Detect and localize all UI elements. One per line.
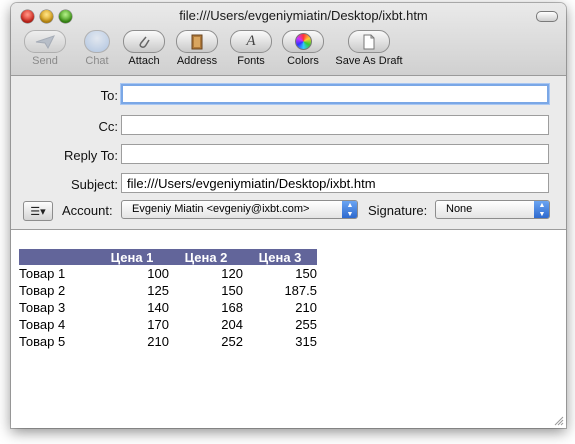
table-cell: 168 [221,300,243,315]
table-cell: 100 [147,266,169,281]
reply-to-row: Reply To: [11,144,566,168]
close-window-button[interactable] [21,10,34,23]
table-cell: 170 [147,317,169,332]
table-cell: Товар 3 [19,300,66,315]
zoom-window-button[interactable] [59,10,72,23]
send-icon [24,30,66,53]
to-field[interactable] [121,84,549,104]
mail-compose-window: file:///Users/evgeniymiatin/Desktop/ixbt… [11,3,566,428]
send-button[interactable]: Send [19,30,71,67]
table-header-cell: Цена 2 [169,249,243,265]
table-cell: 204 [221,317,243,332]
table-header-cell [19,249,95,265]
table-cell: 120 [221,266,243,281]
table-cell: 255 [295,317,317,332]
chat-button[interactable]: Chat [73,30,121,67]
table-cell: Товар 1 [19,266,66,281]
message-header: To: Cc: Reply To: Subject: file:///Users… [11,76,566,230]
table-header-row: Цена 1 Цена 2 Цена 3 [19,249,317,265]
chat-icon [84,30,110,53]
table-cell: 210 [295,300,317,315]
subject-field[interactable]: file:///Users/evgeniymiatin/Desktop/ixbt… [121,173,549,193]
colors-button[interactable]: Colors [279,30,327,67]
title-toolbar-area: file:///Users/evgeniymiatin/Desktop/ixbt… [11,3,566,76]
reply-to-label: Reply To: [64,148,118,163]
signature-popup[interactable]: None ▲ ▼ [435,200,550,219]
toolbar-toggle-button[interactable] [536,11,558,22]
table-cell: Товар 5 [19,334,66,349]
table-row: Товар 1 100 120 150 [19,265,317,282]
to-label: To: [100,88,118,103]
fonts-button[interactable]: A Fonts [227,30,275,67]
header-fields-menu-button[interactable]: ☰▾ [23,201,53,221]
resize-grip-icon[interactable] [553,415,564,426]
table-row: Товар 4 170 204 255 [19,316,317,333]
address-book-icon [176,30,218,53]
popup-arrows-icon: ▲ ▼ [534,201,549,218]
table-cell: 140 [147,300,169,315]
reply-to-field[interactable] [121,144,549,164]
table-cell: 315 [295,334,317,349]
cc-field[interactable] [121,115,549,135]
table-row: Товар 5 210 252 315 [19,333,317,350]
table-header-cell: Цена 3 [243,249,317,265]
minimize-window-button[interactable] [40,10,53,23]
account-label: Account: [62,203,113,218]
message-body[interactable]: Цена 1 Цена 2 Цена 3 Товар 1 100 120 150… [11,230,566,428]
table-cell: Товар 4 [19,317,66,332]
paperclip-icon [123,30,165,53]
attach-button[interactable]: Attach [120,30,168,67]
table-cell: 125 [147,283,169,298]
table-cell: Товар 2 [19,283,66,298]
signature-label: Signature: [368,203,428,218]
to-row: To: [11,84,566,108]
signature-value: None [446,203,473,215]
address-button[interactable]: Address [171,30,223,67]
table-row: Товар 2 125 150 187.5 [19,282,317,299]
account-value: Evgeniy Miatin <evgeniy@ixbt.com> [132,203,310,215]
table-cell: 150 [221,283,243,298]
table-header-cell: Цена 1 [95,249,169,265]
fonts-icon: A [230,30,272,53]
subject-label: Subject: [71,177,118,192]
price-table: Цена 1 Цена 2 Цена 3 Товар 1 100 120 150… [19,249,317,350]
window-title: file:///Users/evgeniymiatin/Desktop/ixbt… [179,8,428,23]
popup-arrows-icon: ▲ ▼ [342,201,357,218]
save-as-draft-button[interactable]: Save As Draft [331,30,407,67]
table-cell: 252 [221,334,243,349]
account-popup[interactable]: Evgeniy Miatin <evgeniy@ixbt.com> ▲ ▼ [121,200,358,219]
cc-row: Cc: [11,115,566,139]
table-row: Товар 3 140 168 210 [19,299,317,316]
color-wheel-icon [282,30,324,53]
table-cell: 150 [295,266,317,281]
table-cell: 210 [147,334,169,349]
account-row: ☰▾ Account: Evgeniy Miatin <evgeniy@ixbt… [11,200,566,222]
draft-icon [348,30,390,53]
subject-row: Subject: file:///Users/evgeniymiatin/Des… [11,173,566,197]
table-cell: 187.5 [284,283,317,298]
cc-label: Cc: [98,119,119,134]
